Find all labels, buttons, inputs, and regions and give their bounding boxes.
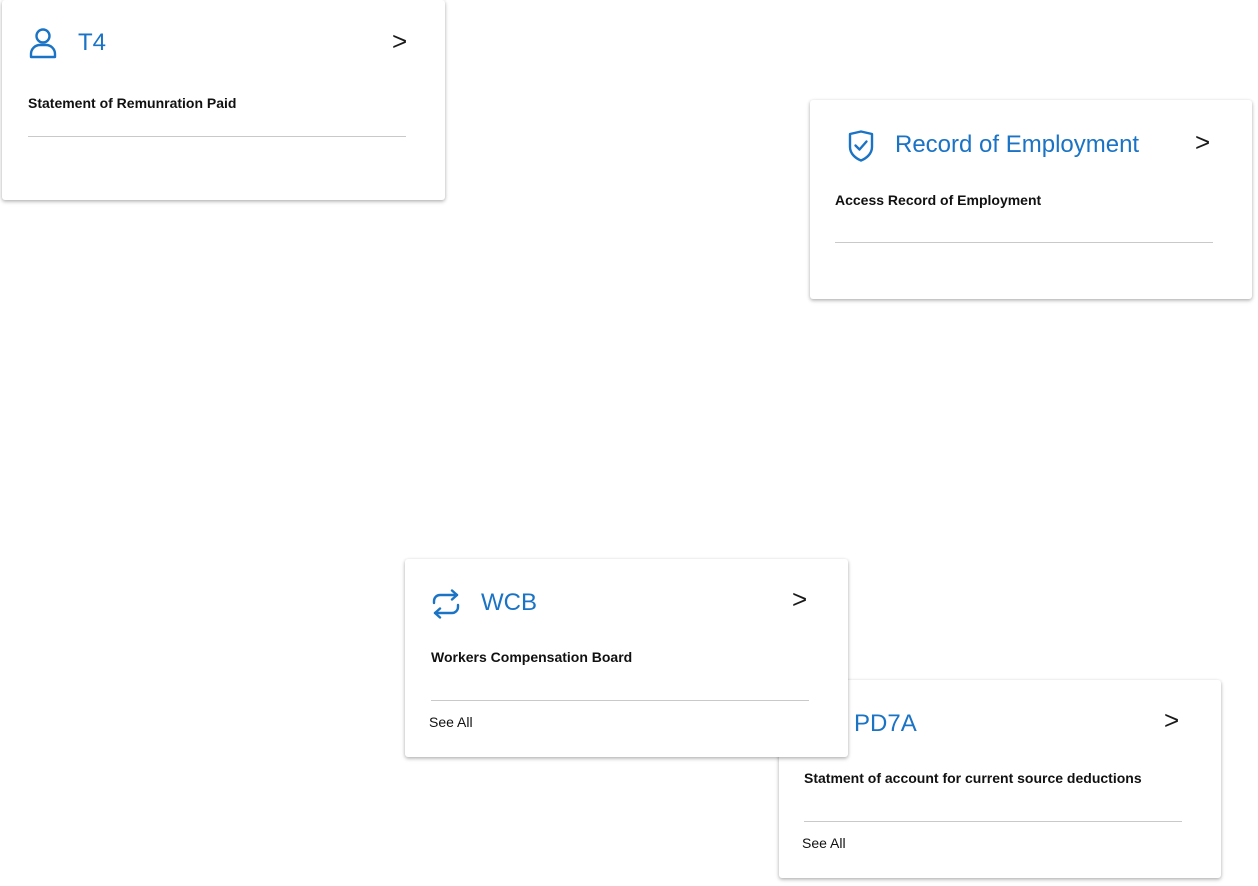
t4-divider <box>28 136 406 137</box>
pd7a-title: PD7A <box>854 710 917 737</box>
record-of-employment-chevron-right-icon[interactable]: > <box>1195 128 1210 156</box>
wcb-divider <box>431 700 809 701</box>
record-of-employment-divider <box>835 242 1213 243</box>
t4-description: Statement of Remunration Paid <box>28 95 237 111</box>
pd7a-description: Statment of account for current source d… <box>804 770 1142 786</box>
t4-chevron-right-icon[interactable]: > <box>392 27 407 55</box>
wcb-card[interactable]: WCB > Workers Compensation Board See All <box>405 559 848 757</box>
pd7a-divider <box>804 821 1182 822</box>
record-of-employment-card[interactable]: Record of Employment > Access Record of … <box>810 100 1252 299</box>
t4-title: T4 <box>78 29 107 56</box>
record-of-employment-description: Access Record of Employment <box>835 192 1042 208</box>
wcb-see-all-link[interactable]: See All <box>429 713 473 731</box>
shield-check-icon <box>847 130 875 162</box>
wcb-description: Workers Compensation Board <box>431 649 633 665</box>
pd7a-chevron-right-icon[interactable]: > <box>1164 706 1179 734</box>
pd7a-see-all-link[interactable]: See All <box>802 834 846 852</box>
wcb-title: WCB <box>481 589 537 616</box>
sync-arrows-icon <box>430 589 462 619</box>
record-of-employment-title: Record of Employment <box>895 131 1140 158</box>
t4-card[interactable]: T4 > Statement of Remunration Paid <box>2 0 445 200</box>
wcb-chevron-right-icon[interactable]: > <box>792 585 807 613</box>
person-icon <box>28 27 58 59</box>
